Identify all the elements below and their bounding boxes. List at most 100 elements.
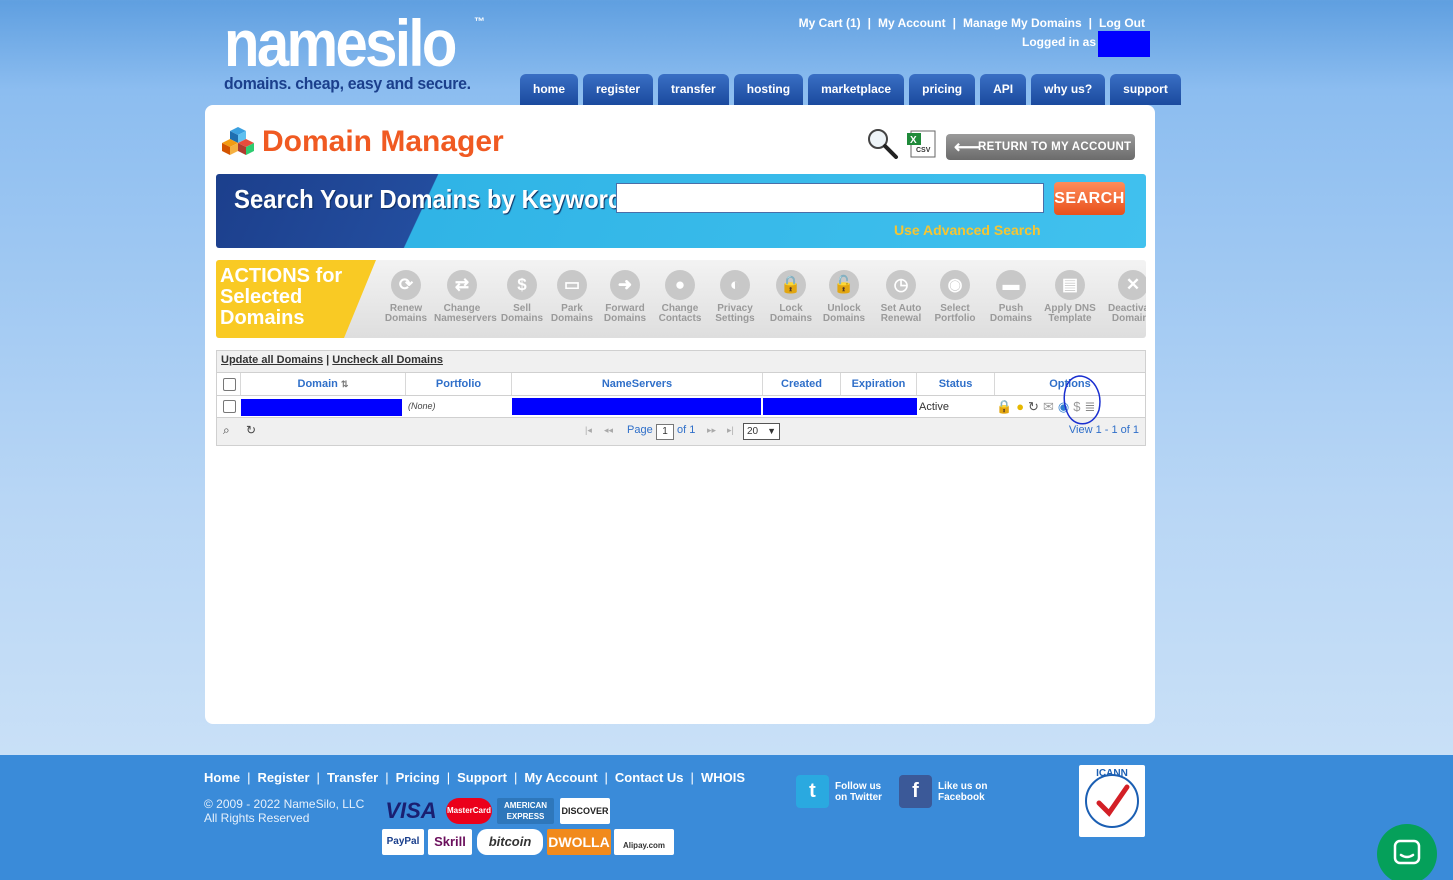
uncheck-all-domains-link[interactable]: Uncheck all Domains xyxy=(332,354,443,366)
amex-logo: AMERICAN EXPRESS xyxy=(497,798,554,824)
footer-transfer-link[interactable]: Transfer xyxy=(327,770,378,785)
select-all-checkbox[interactable] xyxy=(223,378,236,391)
action-renew-domains[interactable]: ⟳ Renew Domains xyxy=(378,270,434,324)
bitcoin-logo: bitcoin xyxy=(477,829,543,855)
nav-home[interactable]: home xyxy=(520,74,579,105)
privacy-icon: ◐ xyxy=(720,270,750,300)
action-privacy-settings[interactable]: ◐ Privacy Settings xyxy=(707,270,763,324)
domains-grid: Update all Domains | Uncheck all Domains… xyxy=(216,350,1146,446)
row-checkbox[interactable] xyxy=(223,400,236,413)
dwolla-logo: DWOLLA xyxy=(547,829,611,855)
nav-marketplace[interactable]: marketplace xyxy=(808,74,905,105)
grid-header: Domain ⇅ Portfolio NameServers Created E… xyxy=(217,372,1145,396)
action-label: Select Portfolio xyxy=(934,303,976,324)
footer-whois-link[interactable]: WHOIS xyxy=(701,770,745,785)
action-lock-domains[interactable]: 🔒 Lock Domains xyxy=(763,270,819,324)
table-row[interactable]: (None) Active 🔒 ● ↻ ✉ ◉ $ ≣ xyxy=(217,375,1145,425)
footer-contact-us-link[interactable]: Contact Us xyxy=(615,770,684,785)
return-to-my-account-button[interactable]: ⟵ RETURN TO MY ACCOUNT xyxy=(946,134,1135,160)
email-icon[interactable]: ✉ xyxy=(1043,398,1054,415)
action-label: Renew Domains xyxy=(384,303,428,324)
action-apply-dns-template[interactable]: ▤ Apply DNS Template xyxy=(1042,270,1098,324)
renew-icon[interactable]: ↻ xyxy=(1028,398,1039,415)
actions-toolbar: ACTIONS for Selected Domains ⟳ Renew Domai… xyxy=(216,260,1146,338)
nav-why-us[interactable]: why us? xyxy=(1031,74,1106,105)
park-icon: ▭ xyxy=(557,270,587,300)
lock-icon[interactable]: 🔒 xyxy=(996,398,1012,415)
magnifier-icon[interactable] xyxy=(865,127,899,159)
facebook-like[interactable]: f Like us on Facebook xyxy=(899,775,987,808)
first-page-icon[interactable]: |◂ xyxy=(585,425,592,436)
privacy-icon[interactable]: ● xyxy=(1016,398,1024,415)
col-created[interactable]: Created xyxy=(763,373,841,395)
nav-support[interactable]: support xyxy=(1110,74,1181,105)
cubes-icon xyxy=(222,127,254,155)
nav-transfer[interactable]: transfer xyxy=(658,74,729,105)
action-label: Park Domains xyxy=(550,303,594,324)
arrow-left-icon: ⟵ xyxy=(954,137,981,157)
action-select-portfolio[interactable]: ◉ Select Portfolio xyxy=(927,270,983,324)
prev-page-icon[interactable]: ◂◂ xyxy=(604,425,613,436)
grid-bulk-links: Update all Domains | Uncheck all Domains xyxy=(221,354,443,366)
portfolio-icon: ◉ xyxy=(940,270,970,300)
last-page-icon[interactable]: ▸| xyxy=(727,425,734,436)
nameservers-redacted xyxy=(512,398,761,415)
page-number-input[interactable]: 1 xyxy=(656,424,674,440)
action-deactivate-domains[interactable]: ✕ DeactivateDomains xyxy=(1105,270,1146,324)
action-set-auto-renewal[interactable]: ◷ Set Auto Renewal xyxy=(873,270,929,324)
col-domain[interactable]: Domain ⇅ xyxy=(241,373,406,395)
chat-icon xyxy=(1393,839,1421,865)
footer-register-link[interactable]: Register xyxy=(258,770,310,785)
nav-pricing[interactable]: pricing xyxy=(909,74,976,105)
sort-icon: ⇅ xyxy=(340,379,349,389)
next-page-icon[interactable]: ▸▸ xyxy=(707,425,716,436)
nav-register[interactable]: register xyxy=(583,74,654,105)
footer-my-account-link[interactable]: My Account xyxy=(524,770,597,785)
action-sell-domains[interactable]: $ Sell Domains xyxy=(494,270,550,324)
domain-redacted[interactable] xyxy=(241,399,402,416)
action-change-nameservers[interactable]: ⇄ Change Nameservers xyxy=(434,270,497,324)
col-nameservers[interactable]: NameServers xyxy=(512,373,763,395)
col-portfolio[interactable]: Portfolio xyxy=(406,373,512,395)
namesilo-logo[interactable]: namesilo ™ domains. cheap, easy and secu… xyxy=(224,6,494,93)
update-all-domains-link[interactable]: Update all Domains xyxy=(221,354,323,366)
action-label: Privacy Settings xyxy=(715,303,755,324)
refresh-icon[interactable]: ↻ xyxy=(246,423,256,437)
logo-wordmark: namesilo xyxy=(224,6,457,80)
col-expiration[interactable]: Expiration xyxy=(841,373,917,395)
action-change-contacts[interactable]: ● Change Contacts xyxy=(652,270,708,324)
change-nameservers-icon: ⇄ xyxy=(447,270,477,300)
action-label: Push Domains xyxy=(989,303,1033,324)
footer-support-link[interactable]: Support xyxy=(457,770,507,785)
action-park-domains[interactable]: ▭ Park Domains xyxy=(544,270,600,324)
advanced-search-link[interactable]: Use Advanced Search xyxy=(894,222,1041,238)
manage-my-domains-link[interactable]: Manage My Domains xyxy=(963,16,1082,30)
action-unlock-domains[interactable]: 🔓 Unlock Domains xyxy=(816,270,872,324)
twitter-icon[interactable]: t xyxy=(796,775,829,808)
search-icon[interactable]: ⌕ xyxy=(223,423,230,438)
actions-label-line: ACTIONS for xyxy=(220,265,343,287)
created-redacted xyxy=(763,398,843,415)
keyword-search-input[interactable] xyxy=(616,183,1044,213)
my-account-link[interactable]: My Account xyxy=(878,16,946,30)
rows-per-page-select[interactable]: 20 ▼ xyxy=(743,423,780,440)
footer-pricing-link[interactable]: Pricing xyxy=(396,770,440,785)
export-csv-icon[interactable]: X CSV xyxy=(905,129,937,159)
facebook-icon[interactable]: f xyxy=(899,775,932,808)
log-out-link[interactable]: Log Out xyxy=(1099,16,1145,30)
chat-launcher-button[interactable] xyxy=(1377,824,1437,880)
alipay-logo: Alipay.com xyxy=(614,829,674,855)
nav-api[interactable]: API xyxy=(980,74,1027,105)
chevron-down-icon: ▼ xyxy=(767,426,776,436)
action-forward-domains[interactable]: ➜ Forward Domains xyxy=(597,270,653,324)
col-status[interactable]: Status xyxy=(917,373,995,395)
action-push-domains[interactable]: ▬ Push Domains xyxy=(983,270,1039,324)
visa-logo: VISA xyxy=(385,798,437,823)
actions-label-line: Selected xyxy=(220,286,303,308)
view-records-label: View 1 - 1 of 1 xyxy=(1068,424,1139,436)
twitter-follow[interactable]: t Follow us on Twitter xyxy=(796,775,882,808)
my-cart-link[interactable]: My Cart (1) xyxy=(799,16,861,30)
search-button[interactable]: SEARCH xyxy=(1054,182,1125,215)
nav-hosting[interactable]: hosting xyxy=(733,74,804,105)
footer-home-link[interactable]: Home xyxy=(204,770,240,785)
